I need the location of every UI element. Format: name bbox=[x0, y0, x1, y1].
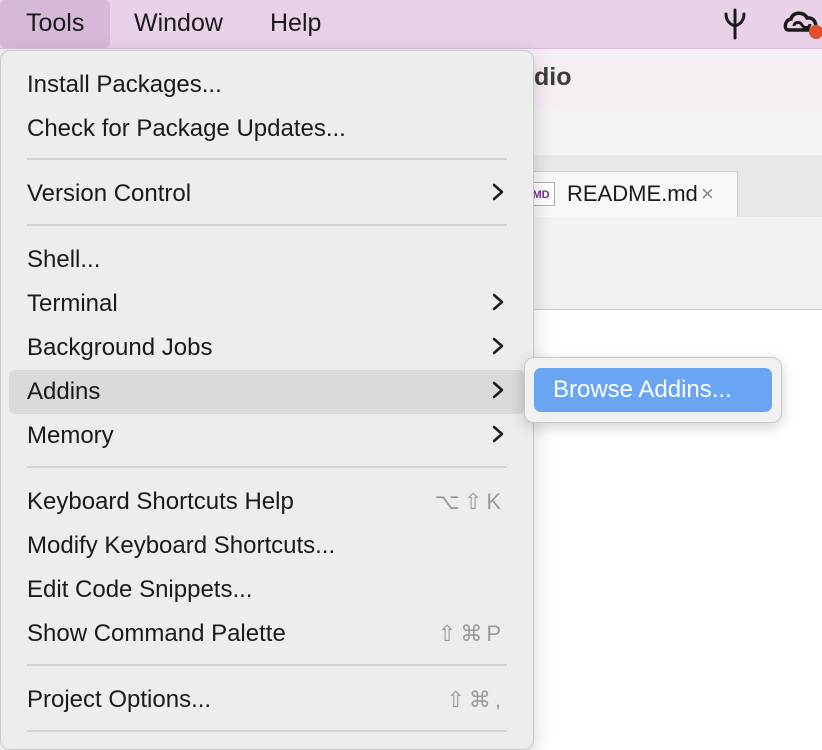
menu-item-shell[interactable]: Shell... bbox=[9, 238, 525, 282]
menu-item-show-command-palette[interactable]: Show Command Palette ⇧⌘P bbox=[9, 612, 525, 656]
menu-item-modify-keyboard-shortcuts[interactable]: Modify Keyboard Shortcuts... bbox=[9, 524, 525, 568]
menubar-window[interactable]: Window bbox=[108, 0, 249, 48]
menubar-help[interactable]: Help bbox=[244, 0, 347, 48]
shortcut-keyboard-shortcuts-help: ⌥⇧K bbox=[434, 489, 505, 514]
chevron-right-icon bbox=[491, 334, 505, 365]
addins-submenu: Browse Addins... bbox=[524, 357, 782, 423]
menu-item-project-options[interactable]: Project Options... ⇧⌘, bbox=[9, 678, 525, 722]
menu-item-label: Background Jobs bbox=[27, 334, 213, 361]
menu-item-check-package-updates[interactable]: Check for Package Updates... bbox=[9, 107, 525, 151]
menu-item-install-packages[interactable]: Install Packages... bbox=[9, 63, 525, 107]
menu-separator bbox=[27, 224, 507, 226]
menu-item-label: Memory bbox=[27, 422, 114, 449]
pitchfork-icon[interactable] bbox=[720, 8, 750, 47]
menu-item-label: Shell... bbox=[27, 246, 101, 273]
menubar-tools[interactable]: Tools bbox=[0, 0, 111, 48]
menu-item-edit-code-snippets[interactable]: Edit Code Snippets... bbox=[9, 568, 525, 612]
menu-item-label: Modify Keyboard Shortcuts... bbox=[27, 532, 336, 559]
tools-menu: Install Packages... Check for Package Up… bbox=[0, 50, 534, 750]
menu-item-memory[interactable]: Memory bbox=[9, 414, 525, 458]
menu-item-terminal[interactable]: Terminal bbox=[9, 282, 525, 326]
submenu-item-label: Browse Addins... bbox=[553, 376, 732, 403]
menu-item-version-control[interactable]: Version Control bbox=[9, 172, 525, 216]
chevron-right-icon bbox=[491, 290, 505, 321]
menu-separator bbox=[27, 466, 507, 468]
menu-item-label: Addins bbox=[27, 378, 101, 405]
window-title: dio bbox=[534, 63, 572, 91]
tab-label: README.md bbox=[567, 181, 698, 206]
chevron-right-icon bbox=[491, 378, 505, 409]
menu-item-background-jobs[interactable]: Background Jobs bbox=[9, 326, 525, 370]
menu-item-keyboard-shortcuts-help[interactable]: Keyboard Shortcuts Help ⌥⇧K bbox=[9, 480, 525, 524]
creative-cloud-icon[interactable] bbox=[782, 8, 822, 47]
menu-bar: Tools Window Help bbox=[0, 0, 822, 49]
menu-item-label: Edit Code Snippets... bbox=[27, 576, 253, 603]
menu-item-label: Show Command Palette bbox=[27, 620, 286, 647]
tab-readme[interactable]: MD README.md × bbox=[520, 171, 738, 217]
submenu-item-browse-addins[interactable]: Browse Addins... bbox=[534, 368, 772, 412]
menu-item-label: Project Options... bbox=[27, 686, 212, 713]
close-icon[interactable]: × bbox=[701, 181, 714, 207]
chevron-right-icon bbox=[491, 180, 505, 211]
menu-separator bbox=[27, 664, 507, 666]
menu-item-addins[interactable]: Addins bbox=[9, 370, 525, 414]
menu-item-label: Check for Package Updates... bbox=[27, 115, 346, 142]
menu-item-label: Terminal bbox=[27, 290, 118, 317]
menu-item-label: Version Control bbox=[27, 180, 192, 207]
menu-separator bbox=[27, 158, 507, 160]
notification-dot-icon bbox=[809, 25, 822, 39]
menu-item-label: Keyboard Shortcuts Help bbox=[27, 488, 294, 515]
chevron-right-icon bbox=[491, 422, 505, 453]
menu-item-label: Install Packages... bbox=[27, 71, 222, 98]
shortcut-project-options: ⇧⌘, bbox=[446, 687, 505, 712]
shortcut-show-command-palette: ⇧⌘P bbox=[437, 621, 505, 646]
